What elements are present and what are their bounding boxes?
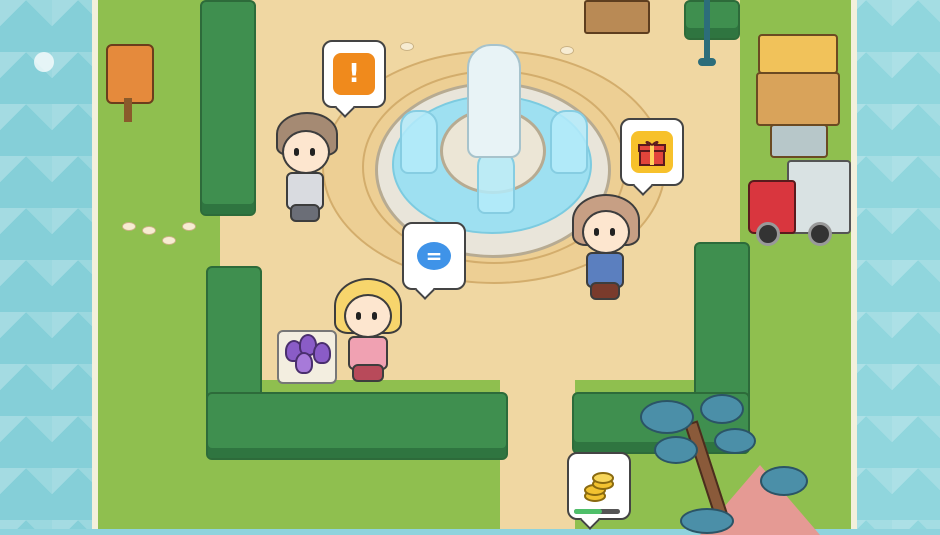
mailbox[interactable] — [106, 44, 154, 104]
hedge-top-right — [684, 0, 740, 40]
quest-alert-bubble[interactable]: ! — [322, 40, 386, 108]
stepping-stone — [142, 226, 156, 235]
stepping-stone — [122, 222, 136, 231]
tree-foliage — [654, 436, 698, 464]
coin-stack-icon — [578, 465, 620, 507]
stepping-stone — [560, 46, 574, 55]
gift-bubble[interactable] — [620, 118, 684, 186]
villager-brown-hair-boy[interactable] — [272, 112, 338, 222]
hedge-bottom-left-horizontal — [206, 392, 508, 460]
truck-wheel — [808, 222, 832, 246]
villager-overalls-girl[interactable] — [570, 194, 640, 300]
tree-foliage — [680, 508, 734, 534]
character-legs — [590, 282, 620, 300]
chat-icon: = — [413, 235, 455, 277]
character-head — [282, 130, 330, 174]
sea-left — [0, 0, 105, 529]
character-head — [582, 210, 630, 254]
water-jet — [400, 110, 438, 174]
character-eye — [610, 228, 615, 236]
tree-foliage — [760, 466, 808, 496]
sparkle — [34, 52, 54, 72]
stepping-stone — [162, 236, 176, 245]
chat-glyph: = — [425, 244, 443, 268]
tulip-flower — [313, 342, 331, 364]
exclamation-icon: ! — [333, 53, 375, 95]
character-eye — [294, 148, 299, 156]
crate-stand[interactable] — [758, 34, 838, 74]
character-eye — [372, 312, 377, 320]
tree-foliage — [700, 394, 744, 424]
hedge-top-left — [200, 0, 256, 216]
stepping-stone — [400, 42, 414, 51]
crate-stand[interactable] — [756, 72, 840, 126]
character-legs — [352, 364, 384, 382]
gift-icon — [631, 131, 673, 173]
water-jet — [550, 110, 588, 174]
coin-progress-bar — [574, 509, 620, 514]
exclamation-glyph: ! — [348, 59, 360, 89]
tree-foliage — [714, 428, 756, 454]
truck-wheel — [756, 222, 780, 246]
lamp-base — [698, 58, 716, 66]
character-legs — [290, 204, 320, 222]
chat-bubble[interactable]: = — [402, 222, 466, 290]
tulip-flower — [295, 352, 313, 374]
character-eye — [594, 228, 599, 236]
water-jet — [477, 150, 515, 214]
fountain-statue — [467, 44, 521, 158]
tulip-flowerbed[interactable] — [277, 330, 337, 384]
tree-foliage — [640, 400, 694, 434]
mailbox-post — [124, 98, 132, 122]
character-eye — [356, 312, 361, 320]
character-eye — [310, 148, 315, 156]
character-head — [344, 294, 392, 338]
villager-blonde-girl[interactable] — [334, 278, 402, 382]
lamp-post — [704, 0, 710, 62]
south-path — [500, 370, 575, 529]
stepping-stone — [182, 222, 196, 231]
coin-progress-fill — [574, 509, 602, 514]
bench — [584, 0, 650, 34]
crate-stand-base — [770, 124, 828, 158]
